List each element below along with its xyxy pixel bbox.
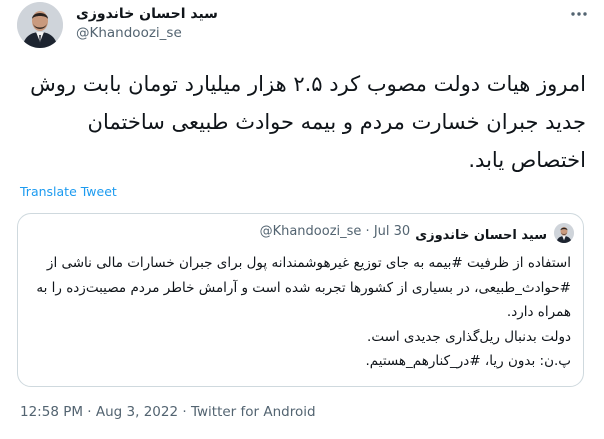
- more-options-button[interactable]: [565, 2, 593, 26]
- quoted-handle: @Khandoozi_se: [259, 224, 362, 239]
- more-horizontal-icon: [571, 12, 587, 16]
- tweet-text: امروز هیات دولت مصوب کرد ۲.۵ هزار میلیار…: [30, 72, 586, 172]
- quoted-paragraph: استفاده از ظرفیت #بیمه به جای توزیع غیره…: [36, 255, 571, 320]
- quoted-name-wrap: سید احسان خاندوزی: [415, 224, 547, 243]
- quoted-paragraph: دولت بدنبال ریل‌گذاری جدیدی است.: [367, 328, 571, 345]
- footer-separator: ·: [87, 404, 92, 420]
- tweet-time[interactable]: 12:58 PM: [20, 404, 83, 420]
- tweet-date[interactable]: Aug 3, 2022: [96, 404, 178, 420]
- quoted-tweet-meta: @Khandoozi_se · Jul 30: [260, 224, 411, 239]
- quoted-tweet[interactable]: @Khandoozi_se · Jul 30 سید احسان خاندوزی…: [17, 213, 584, 387]
- author-handle[interactable]: @Khandoozi_se: [76, 25, 182, 41]
- quoted-author-avatar: [554, 223, 574, 243]
- quoted-tweet-header: @Khandoozi_se · Jul 30 سید احسان خاندوزی: [18, 223, 583, 245]
- translate-tweet-link[interactable]: Translate Tweet: [20, 184, 117, 199]
- tweet-source[interactable]: Twitter for Android: [191, 404, 316, 420]
- meta-separator: ·: [365, 224, 370, 239]
- author-display-name[interactable]: سید احسان خاندوزی: [76, 6, 218, 22]
- avatar-image: [554, 223, 574, 243]
- avatar-image: [17, 2, 63, 48]
- quoted-tweet-text: استفاده از ظرفیت #بیمه به جای توزیع غیره…: [32, 251, 571, 374]
- tweet-footer: 12:58 PM · Aug 3, 2022 · Twitter for And…: [20, 404, 316, 420]
- author-avatar[interactable]: [17, 2, 63, 48]
- quoted-paragraph: پ.ن: بدون ریا، #در_کنارهم_هستیم.: [365, 353, 571, 369]
- quoted-date: Jul 30: [373, 224, 411, 239]
- footer-separator: ·: [182, 404, 187, 420]
- quoted-display-name: سید احسان خاندوزی: [415, 228, 547, 243]
